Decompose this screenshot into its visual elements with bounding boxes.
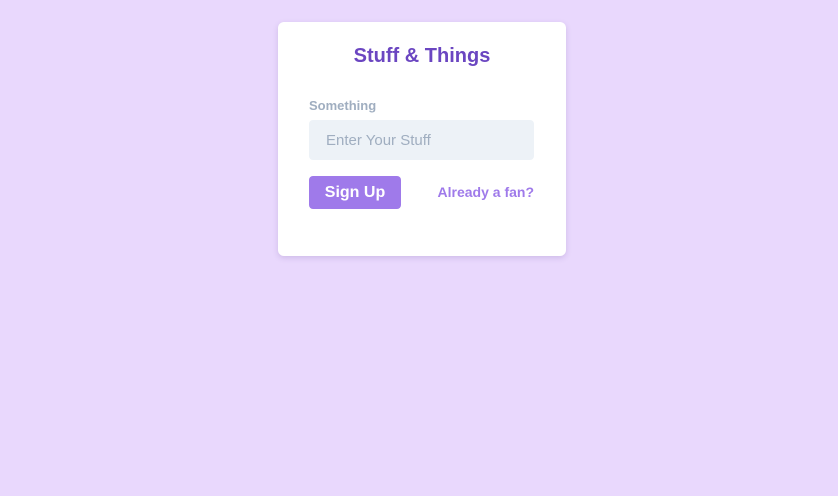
field-label: Something <box>309 98 377 113</box>
signup-card: Stuff & Things Something Sign Up Already… <box>278 22 566 256</box>
page-background: Stuff & Things Something Sign Up Already… <box>0 0 838 496</box>
form-title: Stuff & Things <box>353 45 491 67</box>
already-a-fan-link[interactable]: Already a fan? <box>438 184 534 200</box>
sign-up-button[interactable]: Sign Up <box>309 176 401 209</box>
stuff-input[interactable] <box>309 120 534 160</box>
